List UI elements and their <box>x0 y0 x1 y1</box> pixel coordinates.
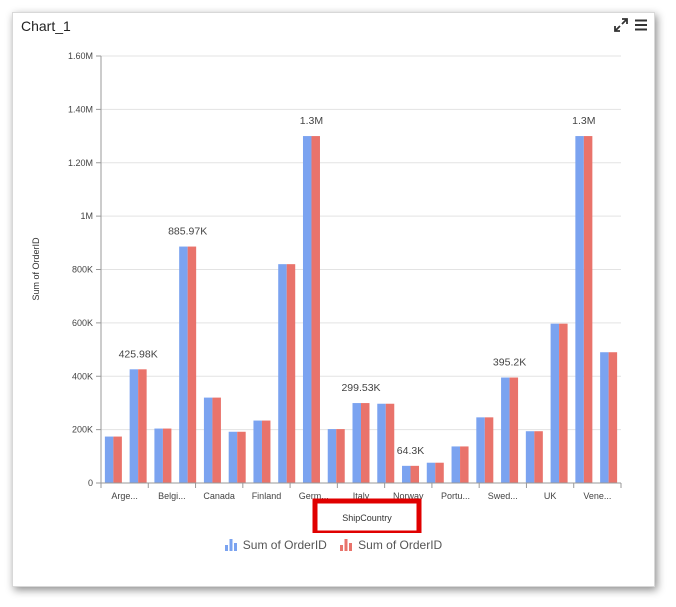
data-label: 299.53K <box>341 382 380 394</box>
y-axis: 0 200K 400K 600K 800K 1M 1.20M 1.40M 1.60M <box>68 51 102 488</box>
data-label: 64.3K <box>397 445 424 457</box>
data-label: 885.97K <box>168 226 207 238</box>
bar-series-1[interactable] <box>402 465 411 483</box>
bar-series-1[interactable] <box>352 403 362 483</box>
chart-card: Chart_1 0 200K 400K 600K 800K 1M 1.20M 1.40M 1.6… <box>12 12 655 587</box>
x-axis-title[interactable]: ShipCountry <box>342 513 392 523</box>
bar-series-1[interactable] <box>129 369 139 483</box>
bar-series-2[interactable] <box>583 136 593 483</box>
bar-series-1[interactable] <box>550 323 560 483</box>
bar-series-2[interactable] <box>261 420 271 483</box>
y-axis-title: Sum of OrderID <box>31 237 41 301</box>
y-tick-label: 0 <box>88 478 93 488</box>
legend-label-series-2: Sum of OrderID <box>358 538 443 552</box>
y-tick-label: 1.40M <box>68 104 93 114</box>
x-tick-label: Vene... <box>583 491 611 501</box>
bar-series-2[interactable] <box>237 431 246 483</box>
bar-series-2[interactable] <box>608 352 618 483</box>
legend-item-series-1[interactable]: Sum of OrderID <box>224 538 327 552</box>
bar-series-2[interactable] <box>286 264 296 483</box>
y-tick-label: 200K <box>72 425 93 435</box>
y-tick-label: 600K <box>72 318 93 328</box>
bar-series-2[interactable] <box>410 465 420 483</box>
x-tick-label: UK <box>544 491 557 501</box>
y-tick-label: 1.20M <box>68 158 93 168</box>
bar-series-1[interactable] <box>104 436 114 483</box>
x-tick-label: Portu... <box>441 491 470 501</box>
bar-series-1[interactable] <box>253 420 262 483</box>
legend-item-series-2[interactable]: Sum of OrderID <box>340 538 442 552</box>
data-label: 425.98K <box>119 348 158 360</box>
bar-series-2[interactable] <box>534 431 543 483</box>
bar-series-2[interactable] <box>187 246 197 483</box>
bar-series-2[interactable] <box>509 377 519 483</box>
data-label: 1.3M <box>300 115 323 127</box>
bar-chart-icon <box>224 539 237 551</box>
y-tick-label: 1.60M <box>68 51 93 61</box>
data-label: 395.2K <box>493 357 526 369</box>
bar-series-1[interactable] <box>525 431 535 483</box>
bar-series-1[interactable] <box>278 264 287 483</box>
y-tick-label: 1M <box>80 211 93 221</box>
bar-series-1[interactable] <box>575 136 584 483</box>
bar-series-2[interactable] <box>435 462 444 483</box>
bar-series-1[interactable] <box>451 446 461 483</box>
bar-series-2[interactable] <box>385 403 395 483</box>
bar-series-2[interactable] <box>113 436 122 483</box>
bar-series-1[interactable] <box>228 431 238 483</box>
bar-series-1[interactable] <box>154 428 163 483</box>
bars <box>104 136 618 483</box>
bar-chart: 0 200K 400K 600K 800K 1M 1.20M 1.40M 1.60M 425.9… <box>31 51 622 533</box>
x-tick-label: Canada <box>203 491 235 501</box>
bar-chart-icon <box>340 539 353 551</box>
bar-series-1[interactable] <box>377 403 386 483</box>
data-label: 1.3M <box>572 115 595 127</box>
bar-series-1[interactable] <box>302 136 312 483</box>
x-tick-label: Finland <box>252 491 282 501</box>
bar-series-2[interactable] <box>212 397 221 483</box>
bar-series-1[interactable] <box>179 246 188 483</box>
x-tick-label: Swed... <box>488 491 518 501</box>
bar-series-2[interactable] <box>311 136 320 483</box>
chart-legend: Sum of OrderID Sum of OrderID <box>13 538 654 554</box>
y-tick-label: 400K <box>72 371 93 381</box>
bar-series-1[interactable] <box>476 417 485 483</box>
bar-series-1[interactable] <box>327 429 337 483</box>
bar-series-2[interactable] <box>336 429 345 483</box>
bar-series-1[interactable] <box>203 397 213 483</box>
bar-series-2[interactable] <box>559 323 568 483</box>
bar-series-1[interactable] <box>600 352 609 483</box>
y-tick-label: 800K <box>72 265 93 275</box>
bar-series-2[interactable] <box>138 369 147 483</box>
x-tick-label: Belgi... <box>158 491 186 501</box>
bar-series-1[interactable] <box>501 377 510 483</box>
bar-series-2[interactable] <box>361 403 370 483</box>
x-axis: Arge... Belgi... Canada Finland Germ... Italy… <box>100 482 622 501</box>
bar-series-1[interactable] <box>426 462 436 483</box>
x-tick-label: Arge... <box>111 491 138 501</box>
bar-series-2[interactable] <box>484 417 494 483</box>
legend-label-series-1: Sum of OrderID <box>242 538 327 552</box>
bar-series-2[interactable] <box>162 428 172 483</box>
bar-series-2[interactable] <box>460 446 469 483</box>
